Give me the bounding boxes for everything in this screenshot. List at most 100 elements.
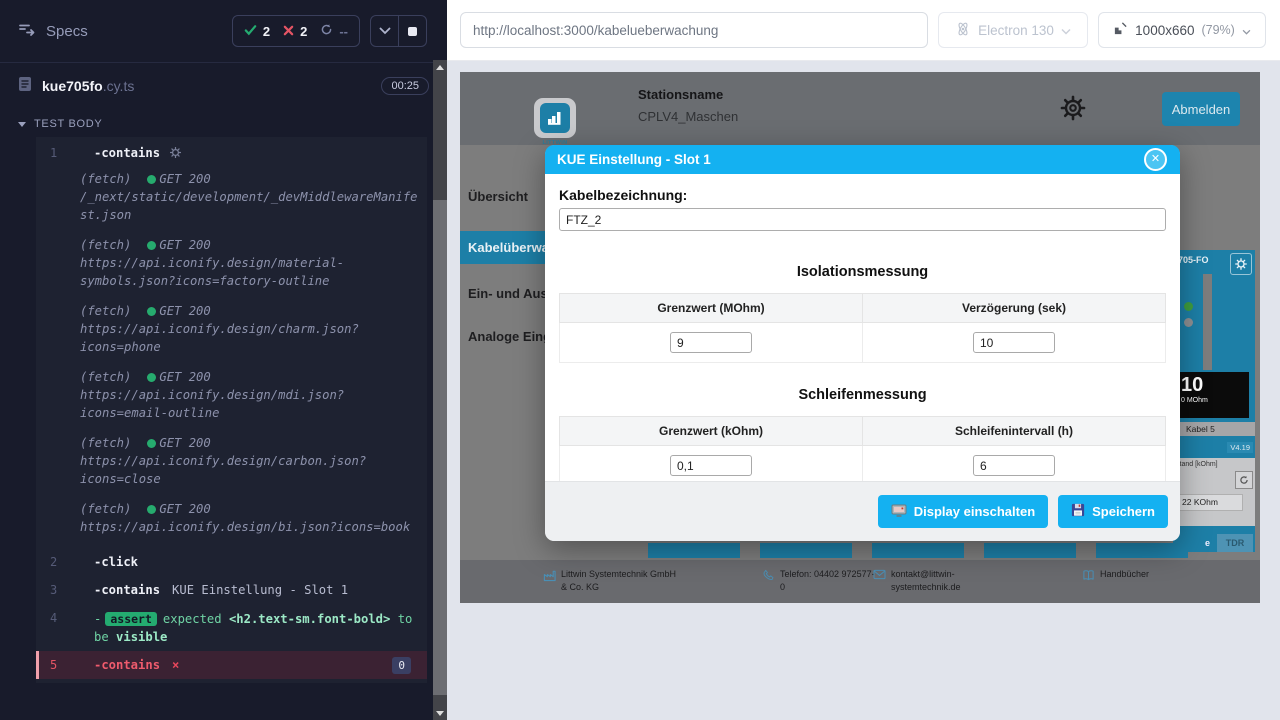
display-on-button[interactable]: Display einschalten: [878, 495, 1048, 528]
close-icon[interactable]: ✕: [1144, 148, 1167, 171]
ruler-icon: [1113, 21, 1128, 39]
status-dot-icon: [147, 307, 156, 316]
save-button[interactable]: Speichern: [1058, 495, 1168, 528]
runner-url-bar: Electron 130 1000x660 (79%): [447, 0, 1280, 61]
reporter-scrollbar[interactable]: [433, 60, 447, 720]
stat-failed: 2: [283, 24, 307, 39]
footer-company: Littwin Systemtechnik GmbH & Co. KG: [543, 568, 678, 594]
collapse-button[interactable]: [371, 16, 398, 46]
display-icon: [891, 503, 907, 521]
browser-select[interactable]: Electron 130: [938, 12, 1088, 48]
resistance-value: 22 KOhm: [1177, 494, 1243, 511]
scroll-up-arrow[interactable]: [433, 60, 447, 74]
loop-measure-panel: stand [kOhm] 22 KOhm: [1173, 458, 1255, 526]
cable-name-input[interactable]: [559, 208, 1166, 231]
firmware-version: V4.19: [1227, 442, 1253, 453]
chevron-down-icon: [1061, 23, 1071, 38]
status-led-green: [1184, 302, 1193, 311]
modal-footer: Display einschalten Speichern: [545, 481, 1180, 541]
spec-file-icon: [18, 76, 32, 97]
screen: Specs 2 2 --: [0, 0, 1280, 720]
modal-titlebar: KUE Einstellung - Slot 1 ✕: [545, 145, 1180, 174]
cable-name-label: Kabelbezeichnung:: [559, 187, 1166, 203]
measurement-display: 10 0 MOhm: [1173, 372, 1249, 418]
fetch-log-entry[interactable]: (fetch)GET 200 https://api.iconify.desig…: [80, 500, 422, 536]
stat-pending: --: [320, 23, 348, 39]
fetch-log-entry[interactable]: (fetch)GET 200 https://api.iconify.desig…: [80, 236, 422, 290]
card-tab-tdr[interactable]: TDR: [1217, 534, 1253, 552]
stop-button[interactable]: [398, 16, 426, 46]
spec-extension: .cy.ts: [103, 78, 135, 94]
fetch-log-entry[interactable]: (fetch)GET 200 https://api.iconify.desig…: [80, 368, 422, 422]
fetch-url: https://api.iconify.design/bi.json?icons…: [80, 518, 422, 536]
specs-toggle-icon[interactable]: [18, 21, 36, 42]
cable-name-bar: Kabel 5: [1173, 422, 1255, 436]
iso-col-verzoegerung: Verzögerung (sek): [863, 294, 1166, 323]
command-contains-failed[interactable]: 5 -contains× 0: [36, 651, 427, 679]
book-icon: [1082, 569, 1095, 585]
fetch-url: /_next/static/development/_devMiddleware…: [80, 188, 422, 224]
card-gear-button[interactable]: [1230, 253, 1252, 275]
station-info: Stationsname CPLV4_Maschen: [638, 87, 738, 124]
footer-phone: Telefon: 04402 972577-0: [763, 568, 875, 594]
assert-badge: assert: [105, 612, 157, 626]
status-dot-icon: [147, 439, 156, 448]
kue-settings-modal: KUE Einstellung - Slot 1 ✕ Kabelbezeichn…: [545, 145, 1180, 541]
phone-icon: [763, 569, 775, 594]
loop-heading: Schleifenmessung: [559, 387, 1166, 403]
loop-intervall-input[interactable]: [973, 455, 1055, 476]
loop-table: Grenzwert (kOhm) Schleifenintervall (h): [559, 416, 1166, 486]
runner-controls: [370, 15, 427, 47]
app-footer: Littwin Systemtechnik GmbH & Co. KG Tele…: [460, 560, 1260, 603]
fetch-url: https://api.iconify.design/charm.json?ic…: [80, 320, 422, 356]
viewport-select[interactable]: 1000x660 (79%): [1098, 12, 1266, 48]
loop-col-intervall: Schleifenintervall (h): [863, 417, 1166, 446]
test-body-header[interactable]: TEST BODY: [0, 109, 447, 137]
retry-count-badge: 0: [392, 657, 411, 674]
iso-col-grenzwert: Grenzwert (MOhm): [560, 294, 863, 323]
settings-gear-icon[interactable]: [1060, 95, 1086, 126]
kue-card-fragment: 705-FO 10 0 MOhm Kabel 5 V4.19 stand [kO…: [1173, 250, 1255, 552]
command-contains-1[interactable]: 1 -contains: [36, 139, 427, 168]
url-input[interactable]: [460, 12, 928, 48]
restart-icon: [320, 23, 333, 39]
fetch-url: https://api.iconify.design/carbon.json?i…: [80, 452, 422, 488]
fetch-log-entry[interactable]: (fetch)GET 200 https://api.iconify.desig…: [80, 434, 422, 488]
spec-file-row[interactable]: kue705fo.cy.ts 00:25: [0, 63, 447, 109]
factory-icon: [543, 569, 556, 594]
electron-icon: [955, 21, 971, 40]
spec-duration: 00:25: [381, 77, 429, 95]
status-dot-icon: [147, 241, 156, 250]
fetch-log-entry[interactable]: (fetch)GET 200 /_next/static/development…: [80, 170, 422, 224]
app-header: [460, 72, 1260, 145]
status-dot-icon: [147, 175, 156, 184]
fetch-url: https://api.iconify.design/material-symb…: [80, 254, 422, 290]
specs-label[interactable]: Specs: [46, 23, 88, 40]
scrollbar-thumb[interactable]: [433, 200, 447, 695]
chevron-down-icon: [379, 22, 391, 40]
loop-grenzwert-input[interactable]: [670, 455, 752, 476]
fetch-log-entry[interactable]: (fetch)GET 200 https://api.iconify.desig…: [80, 302, 422, 356]
command-contains-3[interactable]: 3 -containsKUE Einstellung - Slot 1: [36, 576, 427, 604]
command-assert[interactable]: 4 -assertexpected <h2.text-sm.font-bold>…: [36, 604, 427, 651]
logo-icon: [540, 103, 570, 133]
status-led-gray: [1184, 318, 1193, 327]
floppy-disk-icon: [1071, 503, 1085, 520]
iso-verzoegerung-input[interactable]: [973, 332, 1055, 353]
scroll-down-arrow[interactable]: [433, 706, 447, 720]
modal-title: KUE Einstellung - Slot 1: [557, 152, 711, 167]
reporter-header: Specs 2 2 --: [0, 0, 447, 62]
gear-icon: [170, 147, 181, 161]
logout-button[interactable]: Abmelden: [1162, 92, 1240, 126]
littwin-logo: LITTWIN: [534, 98, 576, 146]
command-argument: KUE Einstellung - Slot 1: [172, 583, 348, 597]
test-stats: 2 2 --: [232, 15, 360, 47]
refresh-button[interactable]: [1235, 471, 1253, 489]
station-value: CPLV4_Maschen: [638, 109, 738, 124]
iso-grenzwert-input[interactable]: [670, 332, 752, 353]
email-icon: [873, 569, 886, 594]
command-log: 1 -contains (fetch)GET 200 /_next/static…: [36, 137, 427, 683]
station-label: Stationsname: [638, 87, 738, 102]
footer-manuals[interactable]: Handbücher: [1082, 568, 1149, 585]
command-click[interactable]: 2 -click: [36, 548, 427, 576]
